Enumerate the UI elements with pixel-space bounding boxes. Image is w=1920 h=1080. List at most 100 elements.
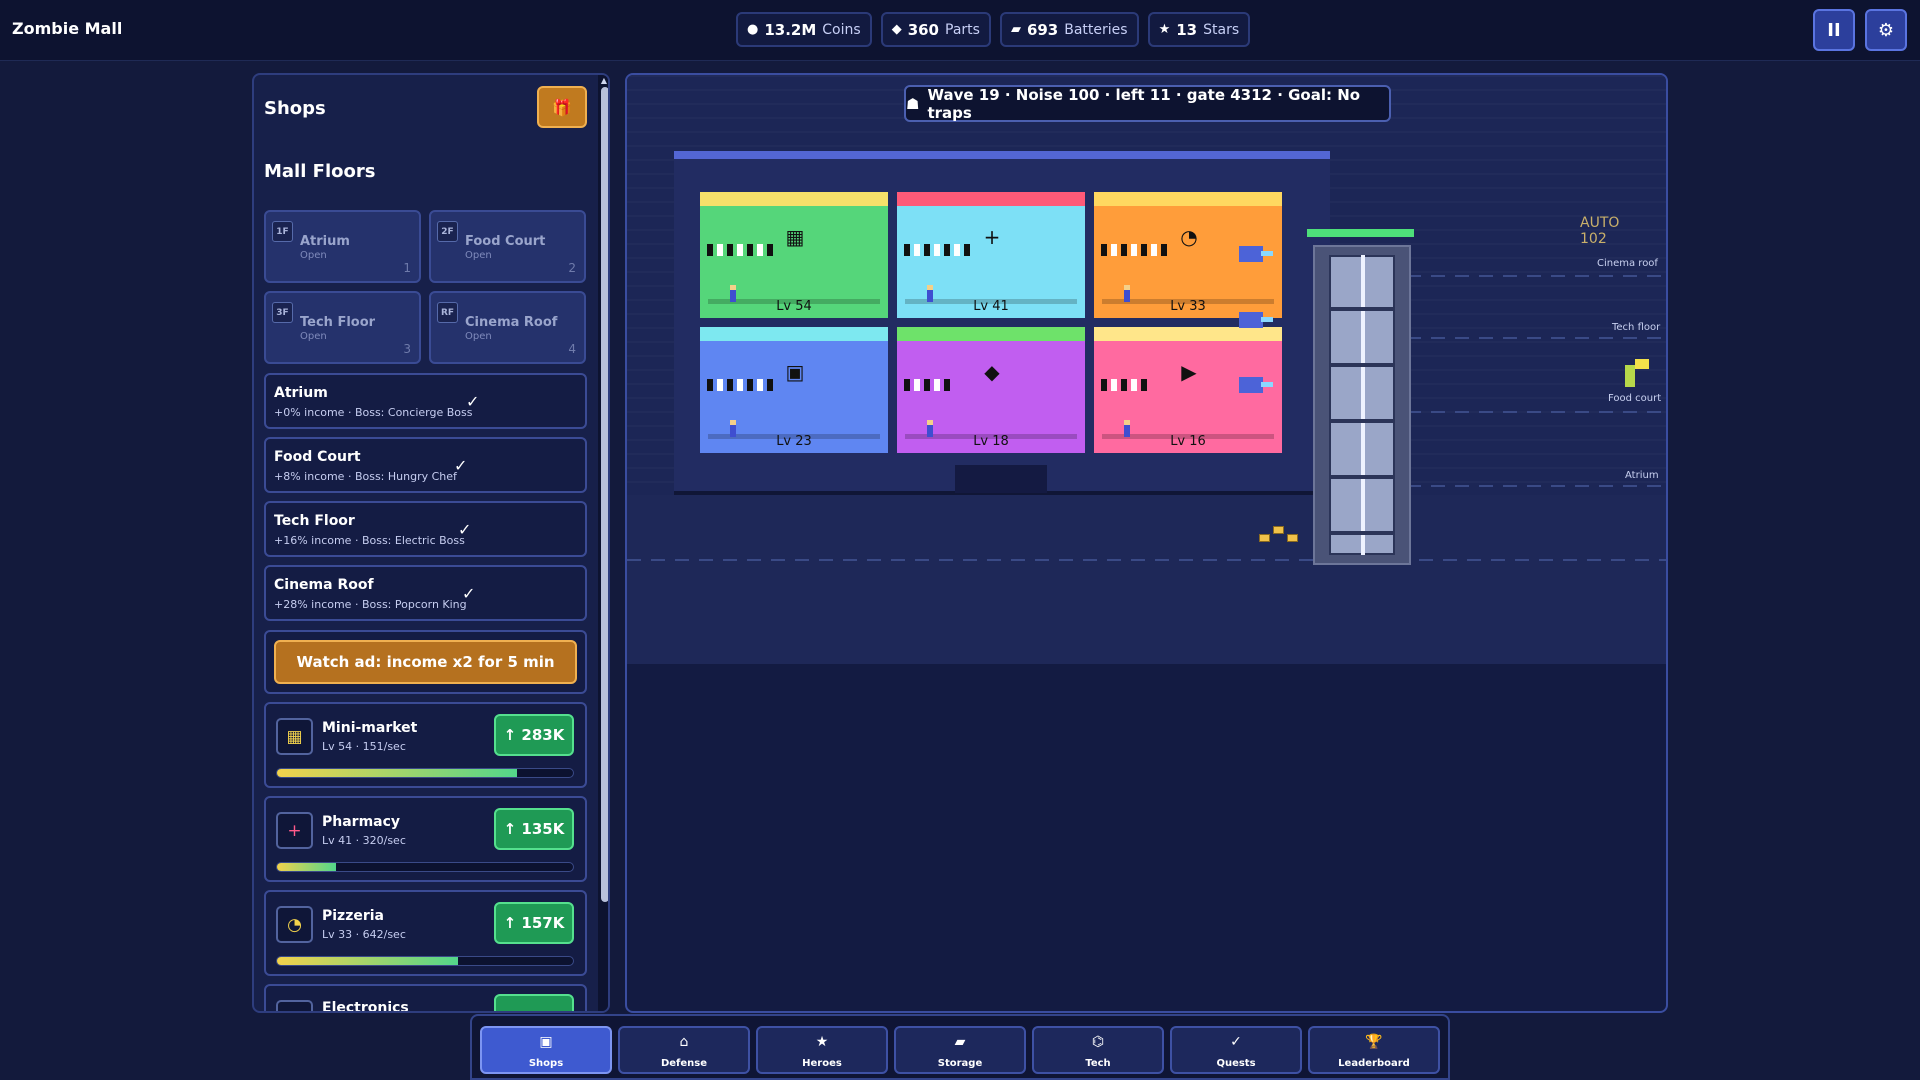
zone-label-tech-floor: Tech floor (1612, 322, 1661, 333)
floor-name: Cinema Roof (465, 315, 558, 330)
shop-card-pharmacy[interactable]: + Pharmacy Lv 41 · 320/sec ↑ 135K (264, 796, 587, 882)
gate-health-bar (1307, 229, 1414, 237)
floor-tile-food-court[interactable]: 2F Food Court Open 2 (429, 210, 586, 283)
gate-rung (1329, 531, 1395, 535)
upgrade-button[interactable] (494, 994, 574, 1011)
gate-rung (1329, 419, 1395, 423)
nav-label: Storage (937, 1058, 983, 1069)
room-pharmacy[interactable]: + Lv 41 (897, 192, 1085, 318)
bottom-nav: ▣ Shops ⌂ Defense ★ Heroes ▰ Storage ⌬ T… (470, 1014, 1450, 1080)
nav-heroes[interactable]: ★ Heroes (756, 1026, 888, 1074)
floors-title: Mall Floors (264, 161, 376, 182)
zombie-lanes (627, 495, 1666, 664)
nav-label: Defense (660, 1058, 708, 1069)
floor-tag: 1F (272, 221, 293, 242)
nav-label: Tech (1085, 1058, 1111, 1069)
gear-icon: ⚙ (1877, 19, 1895, 41)
scroll-up-icon[interactable]: ▲ (599, 76, 608, 86)
zone-label-atrium: Atrium (1625, 470, 1659, 481)
check-icon: ✓ (454, 456, 468, 475)
check-icon: ✓ (458, 520, 472, 539)
room-mini-market[interactable]: ▦ Lv 54 (700, 192, 888, 318)
floor-number: 3 (403, 342, 411, 356)
room-electronics[interactable]: ▣ Lv 23 (700, 327, 888, 453)
room-awning (897, 192, 1085, 206)
floor-grid: 1F Atrium Open 1 2F Food Court Open 2 3F… (264, 210, 587, 364)
nav-shops[interactable]: ▣ Shops (480, 1026, 612, 1074)
shop-card-mini-market[interactable]: ▦ Mini-market Lv 54 · 151/sec ↑ 283K (264, 702, 587, 788)
boss-description: +0% income · Boss: Concierge Boss (274, 406, 473, 419)
shop-progress-bar (276, 768, 574, 778)
room-pizzeria[interactable]: ◔ Lv 33 (1094, 192, 1282, 318)
settings-button[interactable]: ⚙ (1865, 9, 1907, 51)
star-icon: ★ (1158, 22, 1171, 37)
floor-number: 4 (568, 342, 576, 356)
mall-scene[interactable]: ▦ Lv 54 + Lv 41 ◔ Lv 33 ▣ Lv 23 ◆ Lv 18 … (627, 75, 1666, 664)
electronics-icon: ▭ (276, 1000, 313, 1011)
upgrade-button[interactable]: ↑ 283K (494, 714, 574, 756)
nav-label: Heroes (802, 1058, 842, 1069)
nav-leaderboard[interactable]: 🏆 Leaderboard (1308, 1026, 1440, 1074)
ad-card: Watch ad: income x2 for 5 min (264, 630, 587, 694)
electronics-icon: ▣ (785, 360, 805, 384)
progress-fill (277, 863, 337, 871)
battery-icon: ▰ (1010, 22, 1021, 37)
progress-fill (277, 957, 458, 965)
room-level: Lv 23 (776, 434, 812, 449)
room-shelf (707, 379, 773, 391)
gate-rung (1329, 363, 1395, 367)
room-awning (700, 192, 888, 206)
watch-ad-button[interactable]: Watch ad: income x2 for 5 min (274, 640, 577, 684)
upgrade-button[interactable]: ↑ 135K (494, 808, 574, 850)
floor-tile-cinema-roof[interactable]: RF Cinema Roof Open 4 (429, 291, 586, 364)
scrollbar-thumb[interactable] (601, 87, 608, 902)
floor-status: Open (465, 250, 492, 261)
room-awning (1094, 192, 1282, 206)
shop-progress-bar (276, 956, 574, 966)
gift-button[interactable]: 🎁 (537, 86, 587, 128)
pause-button[interactable]: II (1813, 9, 1855, 51)
mini-market-icon: ▦ (276, 718, 313, 755)
shop-card-electronics[interactable]: ▭ Electronics (264, 984, 587, 1011)
room-shelf (707, 244, 773, 256)
room-awning (1094, 327, 1282, 341)
shop-progress-bar (276, 862, 574, 872)
tech-icon: ⌬ (1091, 1034, 1105, 1050)
nav-tech[interactable]: ⌬ Tech (1032, 1026, 1164, 1074)
check-icon: ✓ (466, 392, 480, 411)
nav-quests[interactable]: ✓ Quests (1170, 1026, 1302, 1074)
lane-line (1407, 411, 1666, 413)
shop-card-pizzeria[interactable]: ◔ Pizzeria Lv 33 · 642/sec ↑ 157K (264, 890, 587, 976)
trophy-icon: 🏆 (1365, 1034, 1383, 1050)
resource-unit: Coins (822, 21, 861, 38)
upgrade-button[interactable]: ↑ 157K (494, 902, 574, 944)
pause-icon: II (1827, 19, 1841, 41)
nav-defense[interactable]: ⌂ Defense (618, 1026, 750, 1074)
floor-status: Open (465, 331, 492, 342)
check-icon: ✓ (462, 584, 476, 603)
boss-card-food-court[interactable]: Food Court +8% income · Boss: Hungry Che… (264, 437, 587, 493)
top-bar: Zombie Mall ● 13.2M Coins ◆ 360 Parts ▰ … (0, 0, 1920, 61)
parts-icon: ◆ (891, 22, 902, 37)
boss-floor-name: Atrium (274, 385, 328, 401)
boss-card-tech-floor[interactable]: Tech Floor +16% income · Boss: Electric … (264, 501, 587, 557)
nav-storage[interactable]: ▰ Storage (894, 1026, 1026, 1074)
room-awning (700, 327, 888, 341)
room-cinema[interactable]: ▶ Lv 16 (1094, 327, 1282, 453)
mini-market-icon: ▦ (785, 225, 805, 249)
boss-card-cinema-roof[interactable]: Cinema Roof +28% income · Boss: Popcorn … (264, 565, 587, 621)
room-jewelry[interactable]: ◆ Lv 18 (897, 327, 1085, 453)
mall-gate[interactable] (1313, 245, 1411, 565)
wave-icon: ☗ (906, 94, 920, 113)
boss-description: +16% income · Boss: Electric Boss (274, 534, 465, 547)
lane-line (1407, 485, 1666, 487)
floor-tile-tech-floor[interactable]: 3F Tech Floor Open 3 (264, 291, 421, 364)
gift-icon: 🎁 (552, 97, 572, 117)
star-icon: ★ (815, 1034, 829, 1050)
shop-stats: Lv 54 · 151/sec (322, 740, 406, 753)
floor-name: Atrium (300, 234, 350, 249)
room-shelf (1101, 244, 1167, 256)
auto-label: AUTO 102 (1580, 215, 1619, 247)
boss-card-atrium[interactable]: Atrium +0% income · Boss: Concierge Boss… (264, 373, 587, 429)
floor-tile-atrium[interactable]: 1F Atrium Open 1 (264, 210, 421, 283)
